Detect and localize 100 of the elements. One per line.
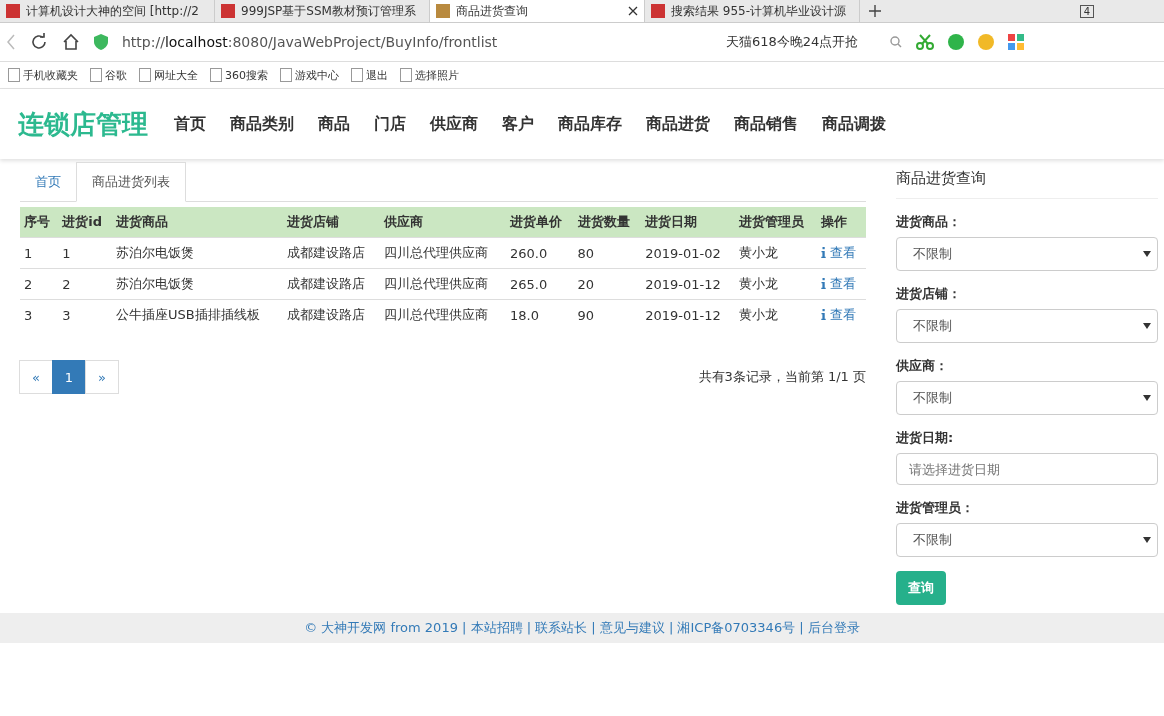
column-header: 进货店铺 [282, 207, 380, 238]
browser-tab[interactable]: 搜索结果 955-计算机毕业设计源 [645, 0, 860, 22]
browser-tab[interactable]: 999JSP基于SSM教材预订管理系 [215, 0, 430, 22]
breadcrumb-tab[interactable]: 首页 [20, 163, 76, 201]
column-header: 操作 [817, 207, 866, 238]
table-cell: 3 [62, 307, 71, 323]
table-cell: 成都建设路店 [286, 245, 365, 260]
table-cell: 90 [577, 307, 595, 323]
field-label: 进货店铺： [896, 285, 962, 303]
search-icon[interactable] [890, 36, 902, 48]
browser-tab[interactable]: 计算机设计大神的空间 [http://2 [0, 0, 215, 22]
table-cell: 2019-01-12 [645, 276, 721, 292]
panel-title: 商品进货查询 [896, 161, 1158, 199]
nav-link[interactable]: 供应商 [418, 113, 490, 135]
bookmark[interactable]: 手机收藏夹 [8, 67, 78, 83]
page-icon [436, 4, 450, 18]
column-header: 进货单价 [506, 207, 574, 238]
reload-icon[interactable] [30, 33, 48, 51]
dropdown-caret-icon [1143, 251, 1151, 257]
field-label: 进货商品： [896, 213, 962, 231]
table-cell: 265.0 [510, 276, 548, 292]
nav-link[interactable]: 商品进货 [634, 113, 722, 135]
table-cell: 黄小龙 [739, 276, 779, 291]
table-cell: 20 [577, 276, 595, 292]
dropdown-caret-icon [1143, 537, 1151, 543]
table-cell: 2019-01-02 [645, 245, 721, 261]
nav-link[interactable]: 商品 [306, 113, 362, 135]
bookmark[interactable]: 选择照片 [400, 67, 459, 83]
view-link[interactable]: 查看 [821, 245, 857, 260]
table-cell: 公牛插座USB插排插线板 [116, 307, 260, 322]
table-cell: 苏泊尔电饭煲 [116, 276, 195, 291]
column-header: 进货数量 [573, 207, 642, 238]
nav-link[interactable]: 商品销售 [722, 113, 810, 135]
nav-link[interactable]: 商品调拨 [810, 113, 898, 135]
page-icon [6, 4, 20, 18]
table-cell: 四川总代理供应商 [383, 307, 488, 322]
table-cell: 成都建设路店 [286, 276, 365, 291]
scissors-icon[interactable] [916, 34, 934, 50]
table-cell: 四川总代理供应商 [383, 276, 488, 291]
page-icon [221, 4, 235, 18]
nav-link[interactable]: 客户 [490, 113, 546, 135]
table-cell: 2 [24, 276, 33, 292]
bookmark[interactable]: 退出 [351, 67, 388, 83]
search-field[interactable]: 天猫618今晚24点开抢 [726, 33, 876, 51]
table-cell: 黄小龙 [739, 245, 779, 260]
page-icon [651, 4, 665, 18]
info-icon [821, 278, 827, 289]
view-link[interactable]: 查看 [821, 276, 857, 291]
grid-icon[interactable] [1008, 34, 1024, 50]
table-cell: 四川总代理供应商 [383, 245, 488, 260]
table-cell: 1 [62, 245, 71, 261]
column-header: 序号 [20, 207, 59, 238]
url-field[interactable]: http://localhost:8080/JavaWebProject/BuyInfo/frontlist [122, 34, 652, 50]
info-icon [821, 309, 827, 320]
bookmark[interactable]: 360搜索 [210, 67, 268, 83]
table-cell: 80 [577, 245, 595, 261]
bookmark[interactable]: 网址大全 [139, 67, 198, 83]
view-link[interactable]: 查看 [821, 307, 857, 322]
select-field[interactable]: 不限制 [896, 237, 1158, 271]
new-tab-icon[interactable] [868, 4, 882, 18]
column-header: 进货日期 [641, 207, 736, 238]
field-label: 进货日期: [896, 429, 955, 447]
close-icon[interactable] [628, 6, 638, 16]
column-header: 进货商品 [112, 207, 283, 238]
table-cell: 成都建设路店 [286, 307, 365, 322]
select-field[interactable]: 不限制 [896, 381, 1158, 415]
home-icon[interactable] [62, 33, 80, 51]
breadcrumb-tab[interactable]: 商品进货列表 [76, 162, 186, 202]
dropdown-caret-icon [1143, 323, 1151, 329]
bookmark[interactable]: 谷歌 [90, 67, 127, 83]
nav-link[interactable]: 商品类别 [218, 113, 306, 135]
shield-icon [94, 34, 108, 50]
field-label: 供应商： [896, 357, 949, 375]
column-header: 进货管理员 [735, 207, 818, 238]
browser-tab[interactable]: 商品进货查询 [430, 0, 645, 22]
nav-link[interactable]: 门店 [362, 113, 418, 135]
record-summary: 共有3条记录，当前第 1/1 页 [698, 368, 866, 386]
table-cell: 260.0 [510, 245, 548, 261]
table-cell: 3 [24, 307, 33, 323]
table-cell: 苏泊尔电饭煲 [116, 245, 195, 260]
nav-link[interactable]: 商品库存 [546, 113, 634, 135]
info-icon [821, 247, 827, 258]
table-cell: 2019-01-12 [645, 307, 721, 323]
table-cell: 18.0 [510, 307, 539, 323]
bookmark[interactable]: 游戏中心 [280, 67, 339, 83]
column-header: 供应商 [379, 207, 506, 238]
nav-link[interactable]: 首页 [162, 113, 218, 135]
table-cell: 1 [24, 245, 33, 261]
field-label: 进货管理员： [896, 499, 975, 517]
footer-text: © 大神开发网 from 2019 | 本站招聘 | 联系站长 | 意见与建议 | 湘ICP备0703346号 | 后台登录 [304, 619, 860, 637]
table-cell: 2 [62, 276, 71, 292]
table-cell: 黄小龙 [739, 307, 779, 322]
dropdown-caret-icon [1143, 395, 1151, 401]
select-field[interactable]: 不限制 [896, 523, 1158, 557]
column-header: 进货id [58, 207, 113, 238]
page-button[interactable]: 1 [52, 360, 86, 394]
next-page-button[interactable]: » [85, 360, 119, 394]
tab-count[interactable]: 4 [1079, 4, 1094, 18]
select-field[interactable]: 不限制 [896, 309, 1158, 343]
date-input-field[interactable]: 请选择进货日期 [896, 453, 1158, 485]
